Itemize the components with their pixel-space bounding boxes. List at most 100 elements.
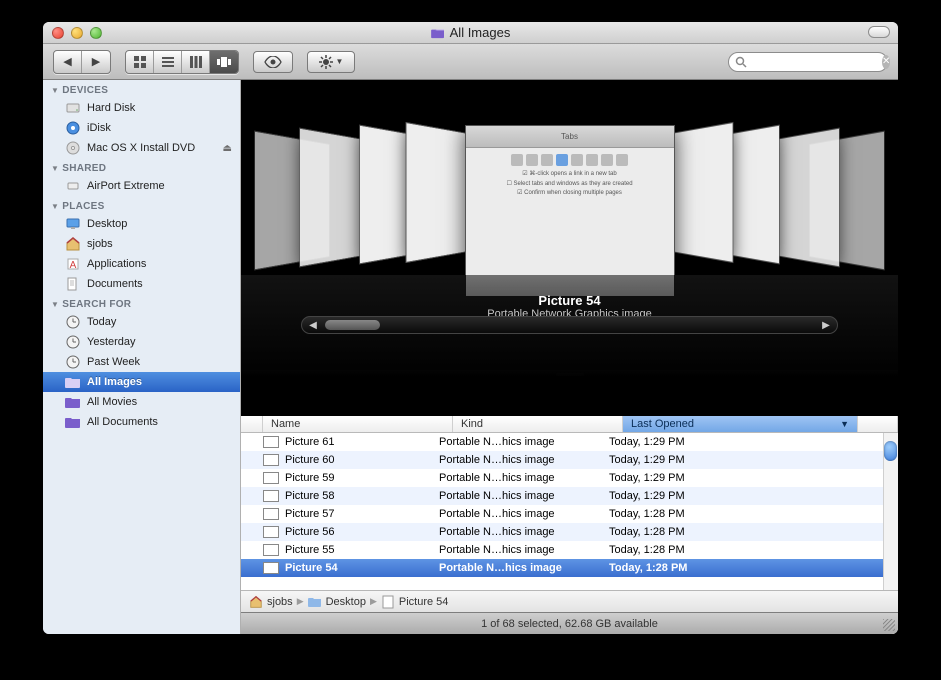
close-button[interactable]: [52, 27, 64, 39]
view-icon-button[interactable]: [126, 51, 154, 73]
sidebar-item-label: Desktop: [87, 218, 127, 230]
sidebar-section-header[interactable]: ▼PLACES: [43, 196, 240, 214]
finder-window: All Images ◀ ▶ ▼: [43, 22, 898, 634]
view-column-button[interactable]: [182, 51, 210, 73]
sidebar-item-label: All Documents: [87, 416, 158, 428]
sidebar-item-yesterday[interactable]: Yesterday: [43, 332, 240, 352]
view-list-button[interactable]: [154, 51, 182, 73]
list-body[interactable]: Picture 61Portable N…hics imageToday, 1:…: [241, 433, 898, 590]
sidebar-item-label: Documents: [87, 278, 143, 290]
column-name[interactable]: Name: [263, 416, 453, 432]
file-name: Picture 57: [285, 508, 335, 520]
action-menu-button[interactable]: ▼: [307, 51, 355, 73]
sidebar-item-all-movies[interactable]: All Movies: [43, 392, 240, 412]
sidebar-item-hard-disk[interactable]: Hard Disk: [43, 98, 240, 118]
titlebar[interactable]: All Images: [43, 22, 898, 44]
forward-button[interactable]: ▶: [82, 51, 110, 73]
file-icon: [381, 595, 395, 609]
scroll-thumb[interactable]: [884, 441, 897, 461]
sidebar-item-label: Past Week: [87, 356, 140, 368]
resize-handle[interactable]: [883, 619, 895, 631]
clear-search-button[interactable]: ✕: [882, 55, 890, 69]
sidebar-item-all-documents[interactable]: All Documents: [43, 412, 240, 432]
coverflow-scrollbar[interactable]: ◀ ▶: [301, 316, 838, 334]
file-thumbnail-icon: [263, 526, 279, 538]
docs-icon: [65, 276, 81, 292]
sidebar-item-label: Applications: [87, 258, 146, 270]
sidebar-item-airport-extreme[interactable]: AirPort Extreme: [43, 176, 240, 196]
file-thumbnail-icon: [263, 508, 279, 520]
file-kind: Portable N…hics image: [431, 526, 601, 538]
sidebar-item-today[interactable]: Today: [43, 312, 240, 332]
file-name: Picture 61: [285, 436, 335, 448]
sidebar-section-header[interactable]: ▼DEVICES: [43, 80, 240, 98]
quick-look-button[interactable]: [253, 51, 293, 73]
coverflow-next-button[interactable]: ▶: [819, 318, 833, 332]
path-item[interactable]: Picture 54: [381, 595, 449, 609]
sidebar-section-header[interactable]: ▼SHARED: [43, 158, 240, 176]
toolbar-toggle-button[interactable]: [868, 26, 890, 38]
file-kind: Portable N…hics image: [431, 472, 601, 484]
sidebar-item-label: All Movies: [87, 396, 137, 408]
coverflow-view[interactable]: Tabs ☑ ⌘-click opens a link in a new tab…: [241, 80, 898, 416]
sidebar-item-idisk[interactable]: iDisk: [43, 118, 240, 138]
sidebar-item-label: Hard Disk: [87, 102, 135, 114]
column-spacer: [858, 416, 898, 432]
sidebar-item-documents[interactable]: Documents: [43, 274, 240, 294]
coverflow-prev-button[interactable]: ◀: [306, 318, 320, 332]
sidebar-item-past-week[interactable]: Past Week: [43, 352, 240, 372]
sidebar-item-mac-os-x-install-dvd[interactable]: Mac OS X Install DVD ⏏: [43, 138, 240, 158]
path-separator-icon: ▶: [370, 596, 377, 607]
vertical-scrollbar[interactable]: [883, 433, 898, 590]
minimize-button[interactable]: [71, 27, 83, 39]
column-kind[interactable]: Kind: [453, 416, 623, 432]
smart-folder-icon: [431, 27, 445, 39]
path-item[interactable]: sjobs: [249, 595, 293, 609]
file-thumbnail-icon: [263, 544, 279, 556]
table-row[interactable]: Picture 57Portable N…hics imageToday, 1:…: [241, 505, 898, 523]
file-thumbnail-icon: [263, 490, 279, 502]
file-name: Picture 58: [285, 490, 335, 502]
disclosure-triangle-icon: ▼: [51, 202, 59, 211]
coverflow-scroll-thumb[interactable]: [325, 320, 380, 330]
file-name: Picture 54: [285, 562, 338, 574]
sidebar-section-header[interactable]: ▼SEARCH FOR: [43, 294, 240, 312]
coverflow-center-item[interactable]: Tabs ☑ ⌘-click opens a link in a new tab…: [465, 125, 675, 275]
table-row[interactable]: Picture 59Portable N…hics imageToday, 1:…: [241, 469, 898, 487]
file-last-opened: Today, 1:28 PM: [601, 562, 836, 574]
table-row[interactable]: Picture 61Portable N…hics imageToday, 1:…: [241, 433, 898, 451]
sidebar-item-label: iDisk: [87, 122, 111, 134]
file-name: Picture 55: [285, 544, 335, 556]
apps-icon: A: [65, 256, 81, 272]
smart-icon: [65, 414, 81, 430]
eject-icon[interactable]: ⏏: [223, 143, 232, 154]
path-item[interactable]: Desktop: [308, 595, 366, 609]
home-icon: [249, 595, 263, 609]
file-thumbnail-icon: [263, 472, 279, 484]
table-row[interactable]: Picture 54Portable N…hics imageToday, 1:…: [241, 559, 898, 577]
search-icon: [735, 56, 747, 68]
sidebar-item-desktop[interactable]: Desktop: [43, 214, 240, 234]
column-last-opened[interactable]: Last Opened▼: [623, 416, 858, 432]
clock-icon: [65, 334, 81, 350]
file-kind: Portable N…hics image: [431, 436, 601, 448]
sidebar-item-label: Mac OS X Install DVD: [87, 142, 195, 154]
search-field[interactable]: ✕: [728, 52, 888, 72]
desktop-icon: [65, 216, 81, 232]
file-name: Picture 56: [285, 526, 335, 538]
file-last-opened: Today, 1:29 PM: [601, 490, 836, 502]
back-button[interactable]: ◀: [54, 51, 82, 73]
sidebar-item-all-images[interactable]: All Images: [43, 372, 240, 392]
sidebar-item-label: AirPort Extreme: [87, 180, 165, 192]
search-input[interactable]: [753, 56, 876, 68]
disclosure-triangle-icon: ▼: [51, 300, 59, 309]
view-coverflow-button[interactable]: [210, 51, 238, 73]
table-row[interactable]: Picture 55Portable N…hics imageToday, 1:…: [241, 541, 898, 559]
table-row[interactable]: Picture 58Portable N…hics imageToday, 1:…: [241, 487, 898, 505]
sidebar-item-sjobs[interactable]: sjobs: [43, 234, 240, 254]
table-row[interactable]: Picture 60Portable N…hics imageToday, 1:…: [241, 451, 898, 469]
zoom-button[interactable]: [90, 27, 102, 39]
path-bar: sjobs▶Desktop▶Picture 54: [241, 590, 898, 612]
table-row[interactable]: Picture 56Portable N…hics imageToday, 1:…: [241, 523, 898, 541]
sidebar-item-applications[interactable]: A Applications: [43, 254, 240, 274]
